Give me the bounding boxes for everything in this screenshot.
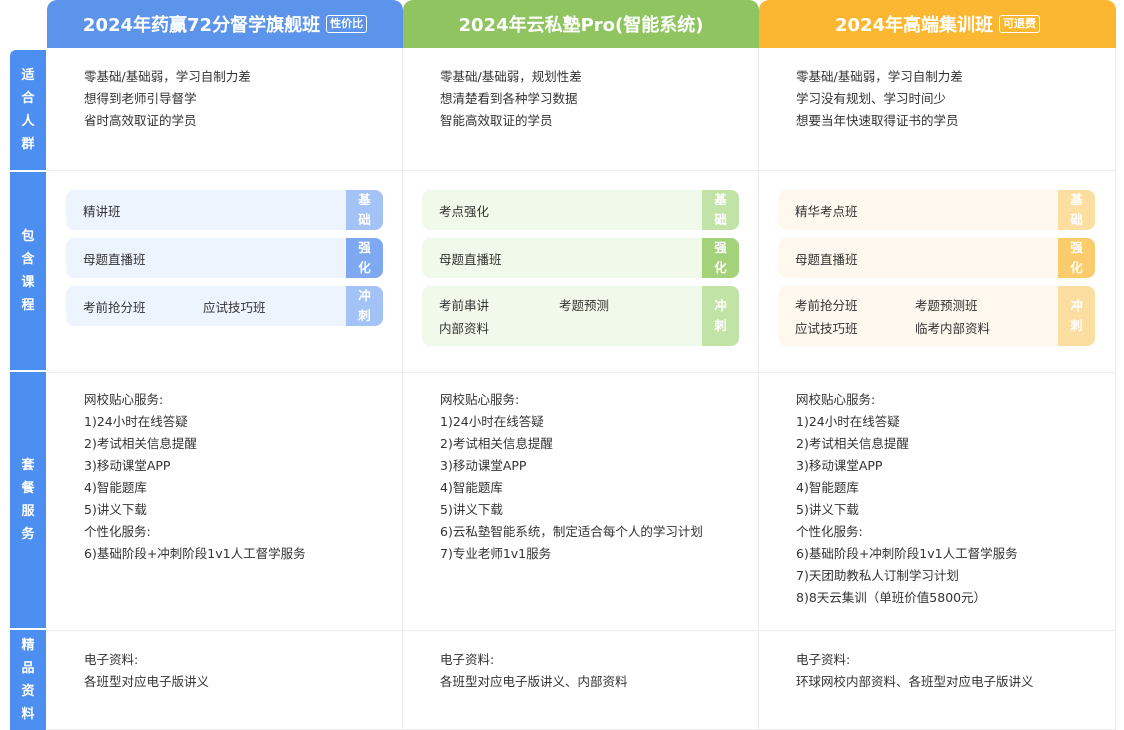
courses-cell: 精华考点班 基础 母题直播班 强化 考前抢分班 考题预测班 应试技巧班 临考内部… <box>759 171 1116 373</box>
text-line: 网校贴心服务: <box>796 392 876 407</box>
audience-cell: 零基础/基础弱，学习自制力差 学习没有规划、学习时间少 想要当年快速取得证书的学… <box>759 48 1116 171</box>
badge-basic: 基础 <box>702 190 739 230</box>
text-line: 6)云私塾智能系统，制定适合每个人的学习计划 <box>440 524 703 539</box>
services-cell: 网校贴心服务: 1)24小时在线答疑 2)考试相关信息提醒 3)移动课堂APP 4)智… <box>47 373 403 631</box>
plan-title: 2024年云私塾Pro(智能系统) <box>458 15 704 36</box>
text-line: 强化 <box>1070 240 1083 275</box>
courses-cell: 考点强化 基础 母题直播班 强化 考前串讲 考题预测 内部资料 冲刺 <box>403 171 759 373</box>
text-line: 2)考试相关信息提醒 <box>84 436 197 451</box>
audience-cell: 零基础/基础弱，规划性差 想清楚看到各种学习数据 智能高效取证的学员 <box>403 48 759 171</box>
row-label-audience: 适合人群 <box>10 50 46 170</box>
text-line: 电子资料: <box>796 652 851 667</box>
services-list: 网校贴心服务: 1)24小时在线答疑 2)考试相关信息提醒 3)移动课堂APP 4)智… <box>796 389 1018 609</box>
badge-sprint: 冲刺 <box>702 286 739 346</box>
services-cell: 网校贴心服务: 1)24小时在线答疑 2)考试相关信息提醒 3)移动课堂APP 4)智… <box>759 373 1116 631</box>
course-basic: 精讲班 基础 <box>66 190 383 230</box>
audience-list: 零基础/基础弱，规划性差 想清楚看到各种学习数据 智能高效取证的学员 <box>440 69 582 128</box>
plan-title: 2024年高端集训班 <box>834 15 994 36</box>
plan-header-flagship: 2024年药赢72分督学旗舰班 性价比 <box>47 0 403 48</box>
text-line: 7)天团助教私人订制学习计划 <box>796 568 959 583</box>
badge-strong: 强化 <box>702 238 739 278</box>
materials-cell: 电子资料: 各班型对应电子版讲义、内部资料 <box>403 631 759 730</box>
text-line: 4)智能题库 <box>84 480 147 495</box>
course-sprint: 考前抢分班 应试技巧班 冲刺 <box>66 286 383 326</box>
text-line: 冲刺 <box>714 298 727 333</box>
plan-header-intensive: 2024年高端集训班 可退费 <box>759 0 1116 48</box>
course-strong: 母题直播班 强化 <box>66 238 383 278</box>
text-line: 1)24小时在线答疑 <box>440 414 544 429</box>
badge-sprint: 冲刺 <box>346 286 383 326</box>
text-line: 7)专业老师1v1服务 <box>440 546 552 561</box>
materials-cell: 电子资料: 各班型对应电子版讲义 <box>47 631 403 730</box>
text-line: 3)移动课堂APP <box>796 458 883 473</box>
text-line: 8)8天云集训（单班价值5800元） <box>796 590 987 605</box>
badge-basic: 基础 <box>346 190 383 230</box>
text-line: 4)智能题库 <box>440 480 503 495</box>
text-line: 2)考试相关信息提醒 <box>440 436 553 451</box>
text-line: 冲刺 <box>358 288 371 323</box>
text-line: 基础 <box>358 192 371 227</box>
text-line: 网校贴心服务: <box>440 392 520 407</box>
materials-list: 电子资料: 各班型对应电子版讲义、内部资料 <box>440 649 628 693</box>
text-line: 强化 <box>714 240 727 275</box>
course-basic: 考点强化 基础 <box>422 190 739 230</box>
text-line: 6)基础阶段+冲刺阶段1v1人工督学服务 <box>84 546 306 561</box>
row-label-courses: 包含课程 <box>10 172 46 370</box>
plan-header-pro: 2024年云私塾Pro(智能系统) <box>403 0 759 48</box>
audience-cell: 零基础/基础弱，学习自制力差 想得到老师引导督学 省时高效取证的学员 <box>47 48 403 171</box>
text-line: 个性化服务: <box>84 524 151 539</box>
course-strong: 母题直播班 强化 <box>422 238 739 278</box>
text-line: 1)24小时在线答疑 <box>84 414 188 429</box>
badge-strong: 强化 <box>1058 238 1095 278</box>
audience-list: 零基础/基础弱，学习自制力差 学习没有规划、学习时间少 想要当年快速取得证书的学… <box>796 69 963 128</box>
text-line: 强化 <box>358 240 371 275</box>
text-line: 1)24小时在线答疑 <box>796 414 900 429</box>
materials-cell: 电子资料: 环球网校内部资料、各班型对应电子版讲义 <box>759 631 1116 730</box>
services-list: 网校贴心服务: 1)24小时在线答疑 2)考试相关信息提醒 3)移动课堂APP 4)智… <box>440 389 703 565</box>
plan-title: 2024年药赢72分督学旗舰班 <box>82 15 321 36</box>
course-strong: 母题直播班 强化 <box>778 238 1095 278</box>
services-list: 网校贴心服务: 1)24小时在线答疑 2)考试相关信息提醒 3)移动课堂APP 4)智… <box>84 389 306 565</box>
text-line: 5)讲义下载 <box>440 502 503 517</box>
badge-sprint: 冲刺 <box>1058 286 1095 346</box>
audience-list: 零基础/基础弱，学习自制力差 想得到老师引导督学 省时高效取证的学员 <box>84 69 251 128</box>
text-line: 基础 <box>714 192 727 227</box>
materials-list: 电子资料: 环球网校内部资料、各班型对应电子版讲义 <box>796 649 1034 693</box>
badge-strong: 强化 <box>346 238 383 278</box>
text-line: 2)考试相关信息提醒 <box>796 436 909 451</box>
text-line: 电子资料: <box>84 652 139 667</box>
row-label-services: 套餐服务 <box>10 372 46 628</box>
text-line: 环球网校内部资料、各班型对应电子版讲义 <box>796 674 1034 689</box>
text-line: 6)基础阶段+冲刺阶段1v1人工督学服务 <box>796 546 1018 561</box>
text-line: 3)移动课堂APP <box>440 458 527 473</box>
course-basic: 精华考点班 基础 <box>778 190 1095 230</box>
text-line: 5)讲义下载 <box>84 502 147 517</box>
plan-tag-badge: 性价比 <box>326 15 368 33</box>
text-line: 个性化服务: <box>796 524 863 539</box>
row-label-materials: 精品资料 <box>10 630 46 730</box>
materials-list: 电子资料: 各班型对应电子版讲义 <box>84 649 209 693</box>
badge-basic: 基础 <box>1058 190 1095 230</box>
text-line: 5)讲义下载 <box>796 502 859 517</box>
course-sprint: 考前串讲 考题预测 内部资料 冲刺 <box>422 286 739 346</box>
text-line: 网校贴心服务: <box>84 392 164 407</box>
course-sprint: 考前抢分班 考题预测班 应试技巧班 临考内部资料 冲刺 <box>778 286 1095 346</box>
services-cell: 网校贴心服务: 1)24小时在线答疑 2)考试相关信息提醒 3)移动课堂APP 4)智… <box>403 373 759 631</box>
text-line: 各班型对应电子版讲义 <box>84 674 210 689</box>
text-line: 3)移动课堂APP <box>84 458 171 473</box>
courses-cell: 精讲班 基础 母题直播班 强化 考前抢分班 应试技巧班 冲刺 <box>47 171 403 373</box>
text-line: 冲刺 <box>1070 298 1083 333</box>
text-line: 基础 <box>1070 192 1083 227</box>
text-line: 各班型对应电子版讲义、内部资料 <box>440 674 628 689</box>
plan-tag-badge: 可退费 <box>999 15 1041 33</box>
text-line: 4)智能题库 <box>796 480 859 495</box>
text-line: 电子资料: <box>440 652 495 667</box>
